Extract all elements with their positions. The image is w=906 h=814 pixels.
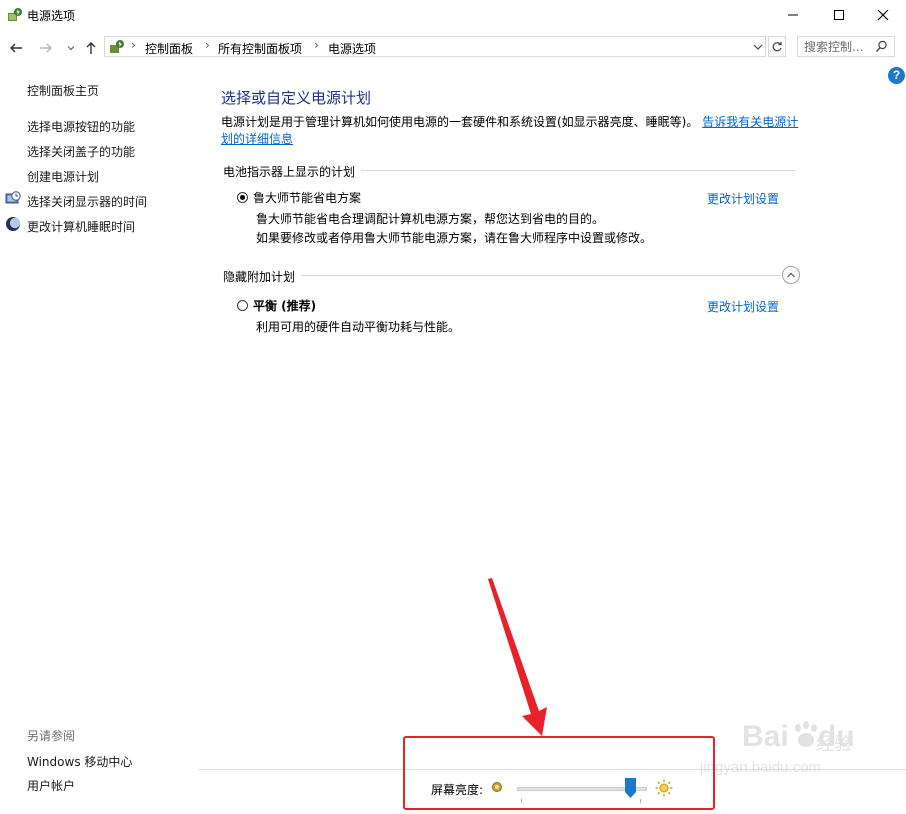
sidebar-item-control-panel-home[interactable]: 控制面板主页 (27, 82, 99, 99)
sidebar-item-sleep[interactable]: 更改计算机睡眠时间 (27, 218, 135, 235)
plan-radio-ludashi[interactable] (237, 192, 248, 203)
minimize-icon (788, 14, 798, 16)
watermark-cn: 经验 (816, 734, 852, 755)
annotation-highlight-box (403, 736, 715, 810)
breadcrumb-separator: › (314, 38, 319, 52)
back-button[interactable] (6, 38, 26, 58)
maximize-icon (834, 10, 844, 20)
minimize-button[interactable] (770, 0, 816, 30)
see-also-heading: 另请参阅 (27, 729, 76, 743)
see-also-mobility-center[interactable]: Windows 移动中心 (27, 753, 132, 770)
breadcrumb-separator: › (205, 38, 210, 52)
watermark-url: jingyan.baidu.com (700, 759, 821, 776)
arrow-right-icon (40, 43, 52, 53)
maximize-button[interactable] (816, 0, 862, 30)
page-description: 电源计划是用于管理计算机如何使用电源的一套硬件和系统设置(如显示器亮度、睡眠等)… (221, 114, 801, 148)
address-bar[interactable]: › 控制面板 › 所有控制面板项 › 电源选项 (104, 36, 766, 57)
help-button[interactable]: ? (888, 67, 905, 84)
plan-desc-line: 鲁大师节能省电合理调配计算机电源方案，帮您达到省电的目的。 (256, 212, 605, 226)
baidu-watermark: Bai du 经验 jingyan.baidu.com (699, 710, 870, 793)
collapse-hidden-plans-button[interactable] (782, 266, 800, 284)
control-panel-icon (110, 40, 124, 53)
search-icon[interactable] (875, 40, 888, 53)
plan-desc-line: 利用可用的硬件自动平衡功耗与性能。 (256, 320, 461, 334)
window-title: 电源选项 (27, 9, 76, 23)
plan-name-ludashi[interactable]: 鲁大师节能省电方案 (253, 189, 361, 206)
forward-button[interactable] (36, 38, 56, 58)
close-button[interactable] (860, 0, 906, 30)
power-options-icon (8, 8, 22, 21)
radio-selected-dot (240, 195, 245, 200)
watermark-brand: Bai (742, 720, 789, 753)
breadcrumb-all-items[interactable]: 所有控制面板项 (218, 40, 302, 57)
change-plan-settings-link-balanced[interactable]: 更改计划设置 (707, 298, 779, 315)
sidebar-item-power-button[interactable]: 选择电源按钮的功能 (27, 118, 135, 135)
chevron-down-icon[interactable] (751, 39, 765, 55)
arrow-up-icon (86, 42, 96, 54)
sidebar-item-display-off[interactable]: 选择关闭显示器的时间 (27, 193, 147, 210)
search-input[interactable] (804, 40, 874, 54)
plan-radio-balanced[interactable] (237, 300, 248, 311)
breadcrumb-separator: › (131, 38, 136, 52)
close-icon (877, 9, 889, 21)
sidebar-item-lid[interactable]: 选择关闭盖子的功能 (27, 143, 135, 160)
description-text: 电源计划是用于管理计算机如何使用电源的一套硬件和系统设置(如显示器亮度、睡眠等)… (221, 115, 699, 129)
recent-locations-button[interactable] (61, 38, 81, 58)
group-divider (223, 275, 781, 276)
battery-plans-heading: 电池指示器上显示的计划 (223, 163, 362, 180)
plan-desc-line: 如果要修改或者停用鲁大师节能电源方案，请在鲁大师程序中设置或修改。 (256, 231, 653, 245)
search-box[interactable] (797, 36, 895, 57)
hidden-plans-heading: 隐藏附加计划 (223, 268, 302, 285)
arrow-left-icon (10, 43, 22, 53)
see-also-user-accounts[interactable]: 用户帐户 (27, 777, 75, 794)
breadcrumb-control-panel[interactable]: 控制面板 (145, 40, 193, 57)
moon-icon (6, 217, 21, 231)
plan-name-balanced[interactable]: 平衡 (推荐) (253, 297, 316, 314)
refresh-icon (772, 41, 782, 51)
monitor-clock-icon (5, 191, 21, 204)
sidebar-item-create-plan[interactable]: 创建电源计划 (27, 168, 99, 185)
chevron-up-icon (787, 272, 795, 278)
chevron-down-icon (67, 46, 75, 51)
breadcrumb-power-options[interactable]: 电源选项 (328, 40, 376, 57)
up-button[interactable] (81, 38, 101, 58)
annotation-arrow (488, 578, 547, 736)
change-plan-settings-link-ludashi[interactable]: 更改计划设置 (707, 190, 779, 207)
page-title: 选择或自定义电源计划 (221, 89, 372, 107)
refresh-button[interactable] (768, 36, 786, 57)
baidu-paw-logo: Bai du 经验 jingyan.baidu.com (699, 720, 855, 776)
